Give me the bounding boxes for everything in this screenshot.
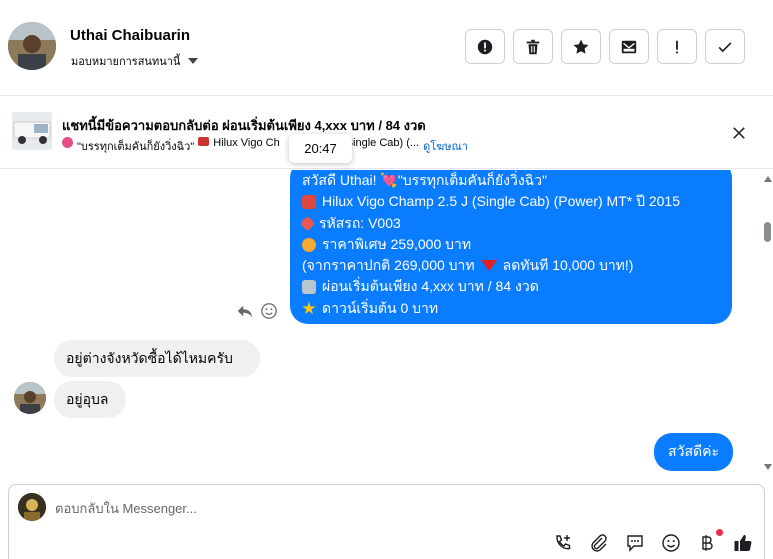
emoji-icon [662, 534, 680, 552]
follow-up-button[interactable] [657, 29, 697, 64]
message-line: Hilux Vigo Champ 2.5 J (Single Cab) (Pow… [302, 191, 720, 212]
contact-avatar-small[interactable] [14, 382, 46, 414]
payment-button[interactable] [697, 529, 723, 553]
baht-icon [702, 535, 713, 551]
thumbs-up-icon [734, 535, 752, 551]
ad-thumbnail[interactable] [12, 112, 52, 150]
saved-reply-icon [627, 535, 643, 552]
outgoing-message[interactable]: สวัสดีค่ะ [654, 433, 733, 471]
message-line: สวัสดี Uthai! 💘"บรรทุกเต็มคันก็ยังวิ่งฉิ… [302, 170, 720, 191]
banner-rest: Single Cab) (... [345, 137, 420, 149]
message-thread: สวัสดี Uthai! 💘"บรรทุกเต็มคันก็ยังวิ่งฉิ… [0, 170, 773, 476]
view-ad-link[interactable]: ดูโฆษณา [423, 137, 468, 155]
heart-emoji-icon [62, 137, 73, 148]
notification-dot [716, 529, 723, 536]
outgoing-message-ad-reply[interactable]: สวัสดี Uthai! 💘"บรรทุกเต็มคันก็ยังวิ่งฉิ… [290, 170, 732, 324]
close-icon [733, 127, 745, 139]
reply-composer [8, 484, 765, 559]
mark-done-button[interactable] [705, 29, 745, 64]
scroll-down-arrow-icon[interactable] [764, 464, 772, 470]
envelope-icon [621, 40, 637, 53]
conversation-header: Uthai Chaibuarin มอบหมายการสนทนานี้ [0, 0, 773, 96]
exclamation-icon [676, 40, 678, 53]
emoji-button[interactable] [661, 533, 681, 553]
like-button[interactable] [733, 533, 753, 553]
banner-quote: "บรรทุกเต็มคันก็ยังวิ่งฉิว" [77, 141, 195, 153]
incoming-message[interactable]: อยู่ต่างจังหวัดซื้อได้ไหมครับ [54, 340, 260, 377]
reply-input[interactable] [55, 497, 735, 519]
header-toolbar [465, 29, 745, 64]
message-text: (จากราคาปกติ 269,000 บาท [302, 257, 475, 274]
message-text: Hilux Vigo Champ 2.5 J (Single Cab) (Pow… [322, 193, 680, 210]
banner-subtitle: "บรรทุกเต็มคันก็ยังวิ่งฉิว" Hilux Vigo C… [62, 137, 468, 155]
message-text: สวัสดี Uthai! 💘"บรรทุกเต็มคันก็ยังวิ่งฉิ… [302, 172, 548, 188]
saved-reply-button[interactable] [625, 533, 645, 553]
message-text: รหัสรถ: V003 [319, 214, 401, 231]
message-line: ดาวน์เริ่มต้น 0 บาท [302, 298, 720, 319]
mark-unread-button[interactable] [609, 29, 649, 64]
reply-icon [237, 305, 253, 318]
trash-icon [526, 39, 540, 54]
scroll-thumb[interactable] [764, 222, 771, 242]
delete-button[interactable] [513, 29, 553, 64]
message-text: ดาวน์เริ่มต้น 0 บาท [322, 299, 439, 316]
timestamp-tooltip: 20:47 [289, 134, 352, 163]
satellite-emoji-icon [302, 280, 316, 295]
message-text: ผ่อนเริ่มต้นเพียง 4,xxx บาท / 84 งวด [322, 278, 539, 295]
assign-conversation-dropdown[interactable]: มอบหมายการสนทนานี้ [71, 52, 199, 70]
pushpin-emoji-icon [299, 215, 316, 232]
assign-label: มอบหมายการสนทนานี้ [71, 56, 181, 68]
message-line: รหัสรถ: V003 [299, 213, 720, 234]
caret-down-icon [188, 58, 199, 64]
page-avatar [18, 493, 46, 521]
alert-circle-icon [477, 39, 493, 54]
collision-emoji-icon [302, 237, 316, 252]
star-emoji-icon [302, 301, 316, 315]
message-line: (จากราคาปกติ 269,000 บาท ลดทันที 10,000 … [302, 255, 720, 276]
smiley-icon [261, 303, 277, 319]
banner-title: แชทนี้มีข้อความตอบกลับต่อ ผ่อนเริ่มต้นเพ… [62, 118, 426, 133]
star-button[interactable] [561, 29, 601, 64]
thread-scrollbar[interactable] [761, 174, 773, 470]
message-line: ผ่อนเริ่มต้นเพียง 4,xxx บาท / 84 งวด [302, 276, 720, 297]
star-icon [573, 39, 589, 54]
message-text: ราคาพิเศษ 259,000 บาท [322, 235, 472, 252]
banner-model: Hilux Vigo Ch [213, 137, 280, 149]
mark-spam-button[interactable] [465, 29, 505, 64]
contact-name[interactable]: Uthai Chaibuarin [70, 27, 190, 44]
red-down-triangle-icon [480, 260, 497, 272]
paperclip-icon [591, 534, 607, 552]
contact-avatar[interactable] [8, 22, 56, 70]
call-button[interactable] [553, 533, 573, 553]
scroll-up-arrow-icon[interactable] [764, 176, 772, 182]
car-emoji-icon [198, 137, 210, 146]
banner-close-button[interactable] [727, 121, 751, 145]
incoming-message[interactable]: อยู่อุบล [54, 381, 126, 418]
call-icon [556, 535, 571, 550]
reply-button[interactable] [236, 302, 254, 325]
check-icon [718, 41, 732, 52]
message-line: ราคาพิเศษ 259,000 บาท [302, 234, 720, 255]
composer-toolbar [553, 529, 753, 553]
ad-context-banner: แชทนี้มีข้อความตอบกลับต่อ ผ่อนเริ่มต้นเพ… [0, 97, 773, 169]
attach-button[interactable] [589, 533, 609, 553]
car-emoji-icon [302, 194, 316, 209]
message-text: ลดทันที 10,000 บาท!) [502, 257, 634, 274]
react-button[interactable] [260, 302, 278, 325]
message-actions [236, 302, 278, 325]
